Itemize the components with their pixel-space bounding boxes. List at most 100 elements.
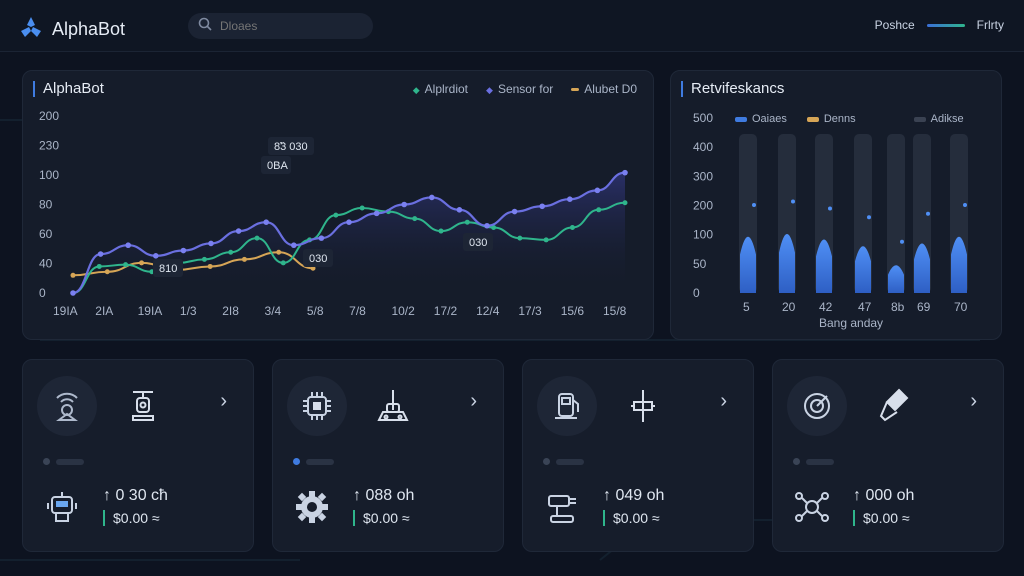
data-point xyxy=(153,253,159,259)
card-pager xyxy=(543,458,584,465)
chevron-right-icon[interactable]: › xyxy=(220,390,227,413)
x-tick-label: 15/8 xyxy=(603,304,627,318)
theme-toggle[interactable] xyxy=(926,23,965,27)
card-stat-secondary: $0.00 ≈ xyxy=(853,510,910,526)
data-point xyxy=(96,263,102,269)
fuel-icon xyxy=(537,376,597,436)
robot-arm-icon xyxy=(113,376,173,436)
pager-dot[interactable] xyxy=(793,458,800,465)
pager-dot[interactable] xyxy=(43,458,50,465)
radar-icon xyxy=(787,376,847,436)
pager-bar[interactable] xyxy=(806,458,834,465)
y-tick-label: 500 xyxy=(693,111,713,125)
logo[interactable]: AlphaBot xyxy=(18,14,125,45)
bar-marker xyxy=(900,239,904,244)
chevron-right-icon[interactable]: › xyxy=(720,390,727,413)
y-tick-label: 100 xyxy=(693,228,713,242)
card-pager xyxy=(793,458,834,465)
data-point xyxy=(464,219,470,225)
x-tick-label: 47 xyxy=(858,300,872,314)
bar-marker xyxy=(752,203,756,207)
wifi-icon: ≈ xyxy=(398,510,410,526)
robot-card-2[interactable]: › ↑ 088 oh $0.00 ≈ xyxy=(272,359,504,552)
value-tag: 030 xyxy=(469,237,487,249)
line-chart-panel: AlphaBot ◆ Alplrdiot ◆ Sensor for Alubet D… xyxy=(22,70,654,340)
data-point xyxy=(97,251,104,257)
pager-bar[interactable] xyxy=(306,458,334,465)
robot-card-3[interactable]: › ↑ 049 oh $0.00 ≈ xyxy=(522,359,754,552)
data-point xyxy=(373,210,380,217)
data-point xyxy=(511,208,518,215)
data-point xyxy=(280,260,286,266)
value-tag: 0BA xyxy=(267,160,288,172)
y-tick-label: 300 xyxy=(693,169,713,183)
y-tick-label: 60 xyxy=(39,227,53,241)
wifi-icon: ≈ xyxy=(898,510,910,526)
top-label-1[interactable]: Poshce xyxy=(875,18,915,32)
value-tag: 810 xyxy=(159,263,177,275)
x-tick-label: 70 xyxy=(954,300,968,314)
top-bar: AlphaBot Poshce Frlrty xyxy=(0,0,1024,52)
card-pager xyxy=(43,458,84,465)
y-tick-label: 80 xyxy=(39,198,53,212)
x-tick-label: 7/8 xyxy=(349,304,366,318)
y-tick-label: 400 xyxy=(693,140,713,154)
data-point xyxy=(104,269,110,275)
data-point xyxy=(254,235,260,241)
arrow-up-icon: ↑ xyxy=(853,487,866,504)
connector-icon xyxy=(613,376,673,436)
data-point xyxy=(228,249,234,255)
robot-card-1[interactable]: › ↑ 0 30 cħ $0.00 ≈ xyxy=(22,359,254,552)
network-icon xyxy=(793,488,831,526)
data-point xyxy=(291,242,297,249)
pager-bar[interactable] xyxy=(556,458,584,465)
chevron-right-icon[interactable]: › xyxy=(470,390,477,413)
data-point xyxy=(569,225,575,231)
data-point xyxy=(594,187,601,194)
card-stat-secondary: $0.00 ≈ xyxy=(103,510,160,526)
pager-bar[interactable] xyxy=(56,458,84,465)
data-point xyxy=(125,242,131,249)
card-stat-secondary: $0.00 ≈ xyxy=(353,510,410,526)
data-point xyxy=(235,228,242,234)
card-pager xyxy=(293,458,334,465)
x-tick-label: 2IA xyxy=(95,304,113,318)
gear-icon xyxy=(293,488,331,526)
gripper-icon xyxy=(863,376,923,436)
robot-head-icon xyxy=(43,488,81,526)
line-chart: 0 40 60 80 100 230 200 19IA 2IA 19IA 1/3 2I8 3/4 5/8 7… xyxy=(39,109,628,318)
data-point xyxy=(622,169,628,176)
x-tick-label: 8b xyxy=(891,300,905,314)
logo-icon xyxy=(18,14,44,45)
bar-marker xyxy=(828,206,832,211)
data-point xyxy=(346,219,352,225)
robot-card-4[interactable]: › ↑ 000 oh $0.00 ≈ xyxy=(772,359,1004,552)
data-point xyxy=(180,247,187,254)
bar-chart-panel: Retvifeskancs Oaiaes Denns Adikse 0 50 100… xyxy=(670,70,1002,340)
y-tick-label: 0 xyxy=(39,286,46,300)
data-point xyxy=(622,200,628,206)
data-point xyxy=(276,249,282,255)
x-tick-label: 5 xyxy=(743,300,750,314)
top-label-2[interactable]: Frlrty xyxy=(977,18,1004,32)
search-box[interactable] xyxy=(188,13,373,39)
joystick-icon xyxy=(363,376,423,436)
search-input[interactable] xyxy=(220,19,360,33)
x-axis-label: Bang anday xyxy=(819,316,883,330)
card-stat-primary: ↑ 000 oh xyxy=(853,487,915,504)
y-tick-label: 230 xyxy=(39,139,59,153)
y-tick-label: 100 xyxy=(39,168,59,182)
data-point xyxy=(263,219,269,225)
data-point xyxy=(517,235,523,241)
y-tick-label: 200 xyxy=(39,109,59,123)
x-tick-label: 2I8 xyxy=(222,304,239,318)
pager-dot-active[interactable] xyxy=(293,458,300,465)
x-tick-label: 42 xyxy=(819,300,833,314)
x-tick-label: 20 xyxy=(782,300,796,314)
drill-icon xyxy=(543,488,581,526)
data-point xyxy=(139,260,145,266)
pager-dot[interactable] xyxy=(543,458,550,465)
chevron-right-icon[interactable]: › xyxy=(970,390,977,413)
card-stat-secondary: $0.00 ≈ xyxy=(603,510,660,526)
value-tag: 8̃3 030 xyxy=(274,141,308,153)
